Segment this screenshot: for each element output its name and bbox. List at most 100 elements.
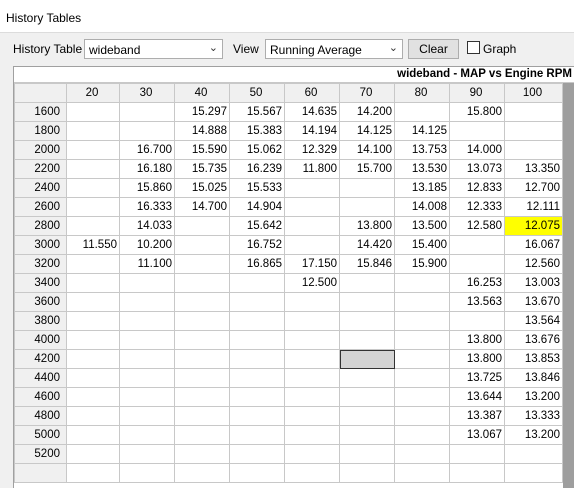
table-cell[interactable] xyxy=(66,311,120,331)
table-cell[interactable] xyxy=(174,444,230,464)
table-cell[interactable]: 16.700 xyxy=(119,140,175,160)
table-cell[interactable] xyxy=(119,463,175,483)
table-cell[interactable] xyxy=(394,349,450,369)
table-cell[interactable] xyxy=(174,463,230,483)
table-cell[interactable]: 15.400 xyxy=(394,235,450,255)
table-cell[interactable]: 13.676 xyxy=(504,330,563,350)
table-cell[interactable] xyxy=(449,254,505,274)
table-cell[interactable]: 13.753 xyxy=(394,140,450,160)
table-cell[interactable] xyxy=(174,406,230,426)
table-cell[interactable] xyxy=(229,387,285,407)
table-cell[interactable]: 16.239 xyxy=(229,159,285,179)
table-cell[interactable] xyxy=(119,387,175,407)
table-cell[interactable] xyxy=(339,311,395,331)
table-cell[interactable] xyxy=(119,311,175,331)
table-cell[interactable] xyxy=(504,463,563,483)
table-cell[interactable]: 13.200 xyxy=(504,387,563,407)
table-cell[interactable]: 14.125 xyxy=(339,121,395,141)
table-cell[interactable]: 13.670 xyxy=(504,292,563,312)
table-cell[interactable]: 14.125 xyxy=(394,121,450,141)
table-cell[interactable]: 14.194 xyxy=(284,121,340,141)
table-cell[interactable]: 14.904 xyxy=(229,197,285,217)
table-cell[interactable] xyxy=(119,368,175,388)
table-cell[interactable]: 15.025 xyxy=(174,178,230,198)
table-cell[interactable] xyxy=(284,292,340,312)
table-cell[interactable] xyxy=(284,368,340,388)
table-cell[interactable] xyxy=(119,349,175,369)
table-cell[interactable] xyxy=(66,292,120,312)
table-cell[interactable] xyxy=(339,425,395,445)
table-cell[interactable] xyxy=(174,273,230,293)
table-cell[interactable]: 13.530 xyxy=(394,159,450,179)
table-cell[interactable] xyxy=(339,330,395,350)
table-cell[interactable] xyxy=(174,349,230,369)
table-cell[interactable]: 12.329 xyxy=(284,140,340,160)
table-cell[interactable]: 12.580 xyxy=(449,216,505,236)
table-cell[interactable] xyxy=(394,444,450,464)
table-cell[interactable]: 13.333 xyxy=(504,406,563,426)
table-cell[interactable] xyxy=(229,311,285,331)
table-cell[interactable] xyxy=(284,311,340,331)
table-cell[interactable] xyxy=(339,178,395,198)
table-cell[interactable] xyxy=(394,311,450,331)
vertical-scrollbar[interactable] xyxy=(563,83,574,488)
table-cell[interactable] xyxy=(66,463,120,483)
table-cell[interactable] xyxy=(174,311,230,331)
table-cell[interactable] xyxy=(339,292,395,312)
table-cell[interactable]: 12.560 xyxy=(504,254,563,274)
table-cell[interactable]: 12.333 xyxy=(449,197,505,217)
table-cell[interactable] xyxy=(504,140,563,160)
table-cell[interactable]: 14.000 xyxy=(449,140,505,160)
table-cell[interactable] xyxy=(339,406,395,426)
table-cell[interactable]: 15.567 xyxy=(229,102,285,122)
table-cell[interactable] xyxy=(284,425,340,445)
table-cell[interactable]: 13.644 xyxy=(449,387,505,407)
table-cell[interactable] xyxy=(119,121,175,141)
table-cell[interactable] xyxy=(229,330,285,350)
table-cell[interactable] xyxy=(119,444,175,464)
table-cell[interactable] xyxy=(66,444,120,464)
table-cell[interactable] xyxy=(504,444,563,464)
table-cell[interactable]: 13.500 xyxy=(394,216,450,236)
table-cell[interactable] xyxy=(66,273,120,293)
table-cell[interactable]: 12.833 xyxy=(449,178,505,198)
table-cell[interactable]: 17.150 xyxy=(284,254,340,274)
table-cell[interactable] xyxy=(229,273,285,293)
table-cell[interactable]: 13.073 xyxy=(449,159,505,179)
table-cell[interactable]: 14.200 xyxy=(339,102,395,122)
table-cell[interactable]: 13.846 xyxy=(504,368,563,388)
table-cell[interactable] xyxy=(66,178,120,198)
table-cell[interactable]: 15.735 xyxy=(174,159,230,179)
table-cell[interactable] xyxy=(119,292,175,312)
view-select[interactable]: Running Average ⌄ xyxy=(265,39,403,59)
table-cell[interactable] xyxy=(504,102,563,122)
table-cell[interactable]: 11.800 xyxy=(284,159,340,179)
table-cell[interactable]: 13.853 xyxy=(504,349,563,369)
table-cell[interactable]: 13.185 xyxy=(394,178,450,198)
table-cell[interactable]: 16.067 xyxy=(504,235,563,255)
table-cell[interactable]: 16.752 xyxy=(229,235,285,255)
table-cell[interactable] xyxy=(394,425,450,445)
table-cell[interactable]: 12.111 xyxy=(504,197,563,217)
table-cell[interactable] xyxy=(449,311,505,331)
table-cell[interactable]: 15.900 xyxy=(394,254,450,274)
table-cell[interactable] xyxy=(284,406,340,426)
table-cell[interactable] xyxy=(339,463,395,483)
table-cell[interactable] xyxy=(174,292,230,312)
table-cell[interactable] xyxy=(229,463,285,483)
table-cell[interactable]: 15.700 xyxy=(339,159,395,179)
table-cell[interactable]: 13.387 xyxy=(449,406,505,426)
table-cell[interactable] xyxy=(66,425,120,445)
graph-checkbox[interactable] xyxy=(467,41,480,54)
table-cell[interactable] xyxy=(174,387,230,407)
table-cell[interactable]: 14.100 xyxy=(339,140,395,160)
table-cell[interactable] xyxy=(394,330,450,350)
table-cell[interactable]: 11.100 xyxy=(119,254,175,274)
table-cell[interactable] xyxy=(394,463,450,483)
table-cell[interactable] xyxy=(119,425,175,445)
table-cell[interactable] xyxy=(229,444,285,464)
table-cell[interactable] xyxy=(66,406,120,426)
table-cell[interactable]: 14.420 xyxy=(339,235,395,255)
table-cell[interactable]: 13.200 xyxy=(504,425,563,445)
table-cell[interactable] xyxy=(174,216,230,236)
